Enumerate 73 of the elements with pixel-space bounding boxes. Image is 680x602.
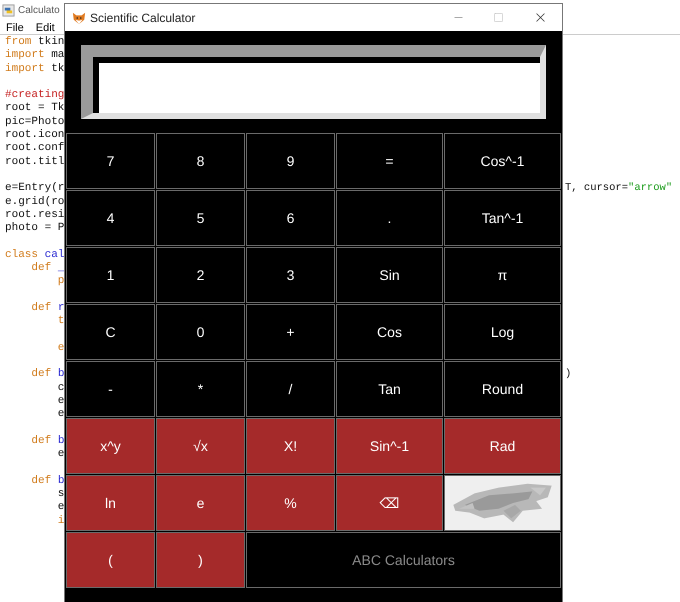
calculator-key[interactable]: % [246, 475, 335, 531]
code-line: import tk [5, 62, 65, 76]
calculator-key[interactable]: Cos [336, 304, 443, 360]
code-line: p [56, 275, 65, 289]
code-line: pic=Photo [5, 116, 65, 129]
calculator-key[interactable]: + [246, 304, 335, 360]
code-line: e [56, 448, 65, 462]
window-title: Scientific Calculator [90, 10, 196, 26]
calculator-key[interactable]: 7 [66, 133, 155, 189]
code-line: def b [30, 368, 65, 382]
calculator-key[interactable]: Rad [444, 418, 561, 474]
code-line: def b [30, 434, 65, 448]
calculator-key[interactable]: ( [66, 532, 155, 588]
code-line: e [56, 501, 65, 515]
code-line: e=Entry(r [5, 182, 65, 196]
code-line: #creating [5, 89, 65, 102]
code-line: root.titl [5, 156, 65, 169]
calculator-key[interactable]: = [336, 133, 443, 189]
calculator-key[interactable]: Cos^-1 [444, 133, 561, 189]
calculator-key[interactable]: Round [444, 361, 561, 417]
calculator-key[interactable]: ⌫ [336, 475, 443, 531]
code-line: e [56, 408, 65, 422]
calculator-key[interactable]: √x [156, 418, 245, 474]
code-line: e [56, 342, 65, 356]
code-line: class cal [5, 248, 65, 262]
code-line: root = Tk [5, 102, 65, 116]
calculator-key[interactable]: 4 [66, 190, 155, 246]
python-file-icon [2, 4, 15, 16]
code-line: s [56, 488, 65, 502]
code-line: e [56, 395, 65, 408]
calculator-key[interactable]: 1 [66, 247, 155, 303]
code-line: t [56, 315, 65, 329]
code-line: ) [565, 368, 572, 382]
calculator-key[interactable]: Tan [336, 361, 443, 417]
code-line: def b [30, 474, 65, 488]
editor-title: Calculato [18, 4, 60, 18]
menu-item[interactable]: Edit [36, 20, 55, 34]
calculator-key[interactable]: . [336, 190, 443, 246]
calculator-key[interactable]: e [156, 475, 245, 531]
calculator-key[interactable]: C [66, 304, 155, 360]
calculator-key[interactable]: 2 [156, 247, 245, 303]
fox-icon [72, 10, 86, 24]
code-line: root.resi [5, 208, 65, 222]
calculator-key[interactable]: - [66, 361, 155, 417]
calculator-key[interactable]: ln [66, 475, 155, 531]
code-line: root.conf [5, 142, 65, 156]
menu-item[interactable]: File [6, 20, 24, 34]
calculator-key[interactable]: Tan^-1 [444, 190, 561, 246]
calculator-key[interactable]: 3 [246, 247, 335, 303]
code-line: e.grid(ro [5, 196, 65, 209]
calculator-key[interactable]: π [444, 247, 561, 303]
code-line: T, cursor="arrow" [565, 182, 672, 196]
brand-banner: ABC Calculators [246, 532, 561, 588]
calculator-key[interactable]: 5 [156, 190, 245, 246]
calculator-key[interactable]: 0 [156, 304, 245, 360]
code-line: from tkin [5, 36, 65, 49]
calculator-key[interactable]: 9 [246, 133, 335, 189]
calculator-key[interactable]: / [246, 361, 335, 417]
code-line: photo = P [5, 222, 65, 236]
calculator-key[interactable]: X! [246, 418, 335, 474]
code-line: root.icon [5, 129, 65, 142]
code-line: c [56, 382, 65, 396]
calculator-key[interactable]: x^y [66, 418, 155, 474]
code-line: def r [30, 302, 65, 316]
calculator-key[interactable]: Sin^-1 [336, 418, 443, 474]
calculator-key[interactable]: 8 [156, 133, 245, 189]
calculator-key[interactable]: ) [156, 532, 245, 588]
calculator-key[interactable]: * [156, 361, 245, 417]
code-line: i [56, 514, 65, 528]
calculator-key[interactable]: Log [444, 304, 561, 360]
calculator-key[interactable]: 6 [246, 190, 335, 246]
calculator-key[interactable]: Sin [336, 247, 443, 303]
code-line: import ma [5, 49, 65, 63]
